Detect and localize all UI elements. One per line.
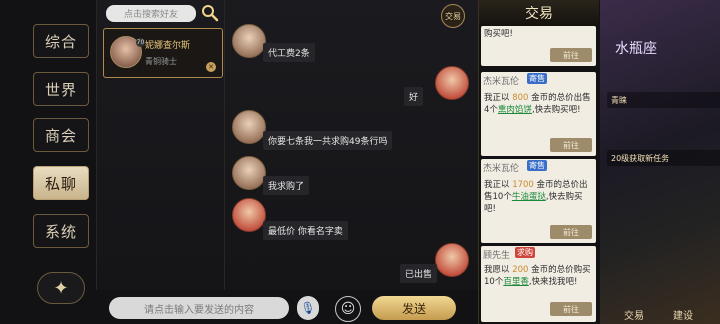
- avatar: [435, 243, 469, 277]
- friend-search-input[interactable]: 点击搜索好友: [106, 5, 196, 22]
- avatar: [232, 110, 266, 144]
- microphone-icon[interactable]: 🎙: [297, 296, 319, 320]
- chat-message: 代工费2条: [263, 43, 315, 62]
- go-button[interactable]: 前往: [550, 48, 592, 62]
- close-icon[interactable]: ✕: [206, 62, 216, 72]
- nav-trade[interactable]: 交易: [624, 307, 644, 322]
- tab-world[interactable]: 世界: [33, 72, 89, 106]
- seller-name: 杰米瓦伦: [483, 77, 520, 87]
- trade-title: 交易: [479, 0, 599, 26]
- item-link[interactable]: 熏肉馅饼: [498, 105, 532, 115]
- avatar: [232, 156, 266, 190]
- trade-card: 杰米瓦伦 寄售 我正以 1700 金币的总价出售10个牛油蛋挞,快去购买吧! 前…: [481, 159, 596, 243]
- buy-badge: 求购: [515, 247, 535, 258]
- chat-message: 好: [404, 87, 424, 106]
- message-input[interactable]: 请点击输入要发送的内容: [109, 297, 289, 319]
- item-link[interactable]: 百里香: [503, 277, 529, 287]
- friend-title: 青铜骑士: [145, 57, 177, 66]
- avatar: [232, 24, 266, 58]
- seller-name: 杰米瓦伦: [483, 164, 520, 174]
- chat-message: 已出售: [400, 264, 438, 283]
- tab-system[interactable]: 系统: [33, 214, 89, 248]
- chat-message: 最低价 你看名字卖: [263, 221, 348, 240]
- seller-name: 顾先生: [483, 251, 511, 261]
- trade-card-text: 我正以 800 金币的总价出售4个熏肉馅饼,快去购买吧!: [484, 93, 591, 115]
- back-button[interactable]: ✦: [37, 272, 85, 304]
- chat-message: 你要七条我一共求购49条行吗: [263, 131, 393, 150]
- sale-badge: 寄售: [527, 160, 547, 171]
- search-icon[interactable]: [201, 4, 219, 22]
- item-link[interactable]: 牛油蛋挞: [512, 192, 546, 202]
- trade-toggle-button[interactable]: 交易: [441, 4, 465, 28]
- sale-badge: 寄售: [527, 73, 547, 84]
- background-row: 青睐: [607, 92, 720, 108]
- level-badge: 70: [136, 38, 145, 47]
- chat-message: 我求购了: [263, 176, 310, 195]
- emoji-icon[interactable]: ☺: [335, 296, 361, 322]
- divider: [224, 0, 225, 290]
- avatar: [232, 198, 266, 232]
- trade-card: 顾先生 求购 我愿以 200 金币的总价购买10个百里香,快来找我吧! 前往: [481, 246, 596, 322]
- trade-card: 购买吧! 前往: [481, 26, 596, 66]
- trade-card: 杰米瓦伦 寄售 我正以 800 金币的总价出售4个熏肉馅饼,快去购买吧! 前往: [481, 72, 596, 156]
- tab-general[interactable]: 综合: [33, 24, 89, 58]
- send-button[interactable]: 发送: [372, 296, 456, 320]
- trade-card-text: 购买吧!: [484, 29, 513, 39]
- trade-card-text: 我愿以 200 金币的总价购买10个百里香,快来找我吧!: [484, 265, 591, 287]
- tab-guild[interactable]: 商会: [33, 118, 89, 152]
- trade-card-text: 我正以 1700 金币的总价出售10个牛油蛋挞,快去购买吧!: [484, 180, 588, 214]
- nav-build[interactable]: 建设: [673, 307, 693, 322]
- tab-private[interactable]: 私聊: [33, 166, 89, 200]
- friend-list-item[interactable]: 70 妮娜查尔斯 青铜骑士 ✕: [103, 28, 223, 78]
- go-button[interactable]: 前往: [550, 138, 592, 152]
- background-banner: 水瓶座: [615, 41, 657, 57]
- friend-name: 妮娜查尔斯: [145, 41, 191, 51]
- avatar: [435, 66, 469, 100]
- go-button[interactable]: 前往: [550, 225, 592, 239]
- go-button[interactable]: 前往: [550, 302, 592, 316]
- background-row: 20级获取新任务: [607, 150, 720, 166]
- sparkle-icon: ✦: [53, 277, 69, 299]
